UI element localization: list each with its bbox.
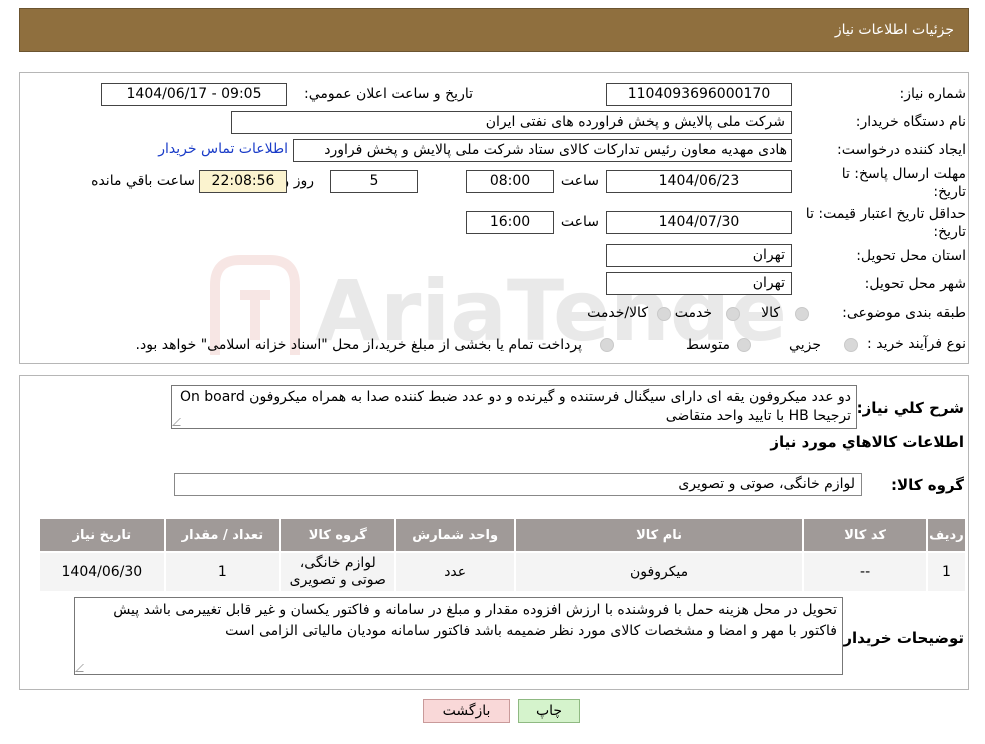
col-header-row-number: رديف [925, 517, 968, 553]
deadline-label: مهلت ارسال پاسخ: تا [841, 166, 966, 182]
delivery-city-field: تهران [606, 272, 792, 295]
col-header-group: گروه کالا [279, 517, 397, 553]
announce-datetime-field: 1404/06/17 - 09:05 [101, 83, 287, 106]
goods-table: رديف کد کالا نام کالا واحد شمارش گروه کا… [38, 517, 968, 593]
goods-info-title: اطلاعات كالاهاي مورد نياز [770, 433, 964, 451]
buyer-name-label: نام دستگاه خريدار: [855, 114, 966, 130]
treasury-payment-note: پرداخت تمام يا بخشی از مبلغ خريد،از محل … [135, 337, 582, 353]
delivery-province-label: استان محل تحويل: [856, 248, 966, 264]
process-option-minor: جزيي [789, 337, 821, 353]
back-button[interactable]: بازگشت [423, 699, 510, 723]
delivery-city-label: شهر محل تحويل: [864, 276, 966, 292]
col-header-item-code: کد کالا [802, 517, 928, 553]
page-header: جزئیات اطلاعات نیاز [19, 8, 969, 52]
purchase-process-label: نوع فرآيند خريد : [867, 336, 966, 352]
deadline-time-label: ساعت [560, 173, 599, 189]
cell-need-date: 1404/06/30 [38, 551, 166, 593]
category-option-goods: کالا [761, 305, 780, 321]
col-header-unit: واحد شمارش [394, 517, 516, 553]
deadline-label-date: تاريخ: [933, 184, 966, 200]
price-validity-date-field: 1404/07/30 [606, 211, 792, 234]
cell-row-number: 1 [925, 551, 968, 593]
category-radio-service[interactable] [726, 307, 740, 321]
time-remaining-label: ساعت باقي مانده [91, 173, 195, 189]
table-header-row: رديف کد کالا نام کالا واحد شمارش گروه کا… [38, 517, 968, 553]
cell-unit: عدد [394, 551, 516, 593]
price-validity-time-field: 16:00 [466, 211, 554, 234]
general-description-textarea[interactable]: دو عدد میکروفون یقه ای دارای سیگنال فرست… [171, 385, 857, 429]
need-number-label: شماره نیاز: [899, 86, 967, 102]
process-radio-minor[interactable] [844, 338, 858, 352]
buyer-notes-label: توضيحات خريدار: [837, 629, 964, 647]
buyer-notes-textarea[interactable]: تحویل در محل هزینه حمل با فروشنده با ارز… [74, 597, 843, 675]
creator-label: ايجاد کننده درخواست: [837, 142, 966, 158]
delivery-province-field: تهران [606, 244, 792, 267]
price-validity-time-label: ساعت [560, 214, 599, 230]
deadline-time-field: 08:00 [466, 170, 554, 193]
print-button[interactable]: چاپ [518, 699, 580, 723]
time-remaining-field: 22:08:56 [199, 170, 287, 193]
cell-item-name: میکروفون [513, 551, 805, 593]
need-number-field: 1104093696000170 [606, 83, 792, 106]
price-validity-label-date: تاريخ: [933, 224, 966, 240]
category-label: طبقه بندی موضوعی: [842, 305, 966, 321]
days-remaining-field: 5 [330, 170, 418, 193]
goods-group-field: لوازم خانگی، صوتی و تصویری [174, 473, 862, 496]
process-radio-treasury[interactable] [600, 338, 614, 352]
deadline-date-field: 1404/06/23 [606, 170, 792, 193]
goods-group-label: گروه کالا: [891, 476, 964, 494]
col-header-quantity: تعداد / مقدار [163, 517, 282, 553]
price-validity-label: حداقل تاريخ اعتبار قيمت: تا [805, 206, 966, 222]
col-header-need-date: تاريخ نياز [38, 517, 166, 553]
cell-item-code: -- [802, 551, 928, 593]
buyer-name-field: شرکت ملی پالایش و پخش فراورده های نفتی ا… [231, 111, 792, 134]
category-radio-goods[interactable] [795, 307, 809, 321]
buyer-contact-link[interactable]: اطلاعات تماس خريدار [158, 141, 288, 157]
category-option-service: خدمت [674, 305, 712, 321]
col-header-item-name: نام کالا [513, 517, 805, 553]
general-description-label: شرح كلي نياز: [856, 399, 964, 417]
table-row: 1 -- میکروفون عدد لوازم خانگی، صوتی و تص… [38, 551, 968, 593]
page-title: جزئیات اطلاعات نیاز [834, 22, 954, 38]
process-option-medium: متوسط [686, 337, 730, 353]
creator-field: هادی مهدیه معاون رئیس تدارکات کالای ستاد… [293, 139, 792, 162]
category-radio-goods-service[interactable] [657, 307, 671, 321]
process-radio-medium[interactable] [737, 338, 751, 352]
cell-quantity: 1 [163, 551, 282, 593]
cell-group: لوازم خانگی، صوتی و تصویری [279, 551, 397, 593]
announce-datetime-label: تاریخ و ساعت اعلان عمومي: [304, 86, 473, 102]
days-label: روز و [282, 173, 315, 189]
category-option-goods-service: کالا/خدمت [587, 305, 648, 321]
